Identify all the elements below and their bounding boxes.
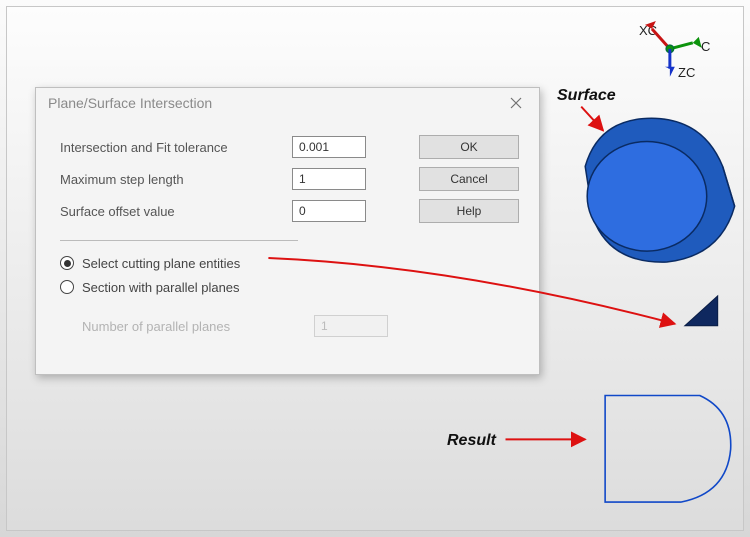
row-offset: Surface offset value Help <box>60 196 519 226</box>
axis-z-label: ZC <box>678 65 695 80</box>
radio-label: Select cutting plane entities <box>82 256 240 271</box>
viewport[interactable]: XC C ZC Surface Result Plane/Surface Int… <box>6 6 744 531</box>
row-tolerance: Intersection and Fit tolerance OK <box>60 132 519 162</box>
radio-label: Section with parallel planes <box>82 280 240 295</box>
annotation-result: Result <box>447 432 496 450</box>
radio-icon <box>60 280 74 294</box>
step-label: Maximum step length <box>60 172 280 187</box>
cutting-plane-icon <box>685 296 718 326</box>
dialog-plane-surface-intersection: Plane/Surface Intersection Intersection … <box>35 87 540 375</box>
dialog-body: Intersection and Fit tolerance OK Maximu… <box>36 118 539 355</box>
num-planes-input <box>314 315 388 337</box>
result-curve <box>605 396 731 503</box>
row-step: Maximum step length Cancel <box>60 164 519 194</box>
offset-label: Surface offset value <box>60 204 280 219</box>
axis-x-label: XC <box>639 23 657 38</box>
radio-icon <box>60 256 74 270</box>
dialog-title: Plane/Surface Intersection <box>48 95 501 111</box>
tolerance-input[interactable] <box>292 136 366 158</box>
dialog-titlebar[interactable]: Plane/Surface Intersection <box>36 88 539 118</box>
help-button[interactable]: Help <box>419 199 519 223</box>
close-icon[interactable] <box>501 92 531 114</box>
axis-y-label: C <box>701 39 710 54</box>
surface-solid <box>585 118 734 262</box>
row-num-planes: Number of parallel planes <box>60 311 519 341</box>
arrow-surface <box>581 107 603 131</box>
num-planes-label: Number of parallel planes <box>82 319 302 334</box>
separator <box>60 240 298 241</box>
offset-input[interactable] <box>292 200 366 222</box>
cancel-button[interactable]: Cancel <box>419 167 519 191</box>
tolerance-label: Intersection and Fit tolerance <box>60 140 280 155</box>
annotation-surface: Surface <box>557 87 616 105</box>
radio-select-cutting[interactable]: Select cutting plane entities <box>60 251 519 275</box>
radio-section-parallel[interactable]: Section with parallel planes <box>60 275 519 299</box>
step-input[interactable] <box>292 168 366 190</box>
ok-button[interactable]: OK <box>419 135 519 159</box>
